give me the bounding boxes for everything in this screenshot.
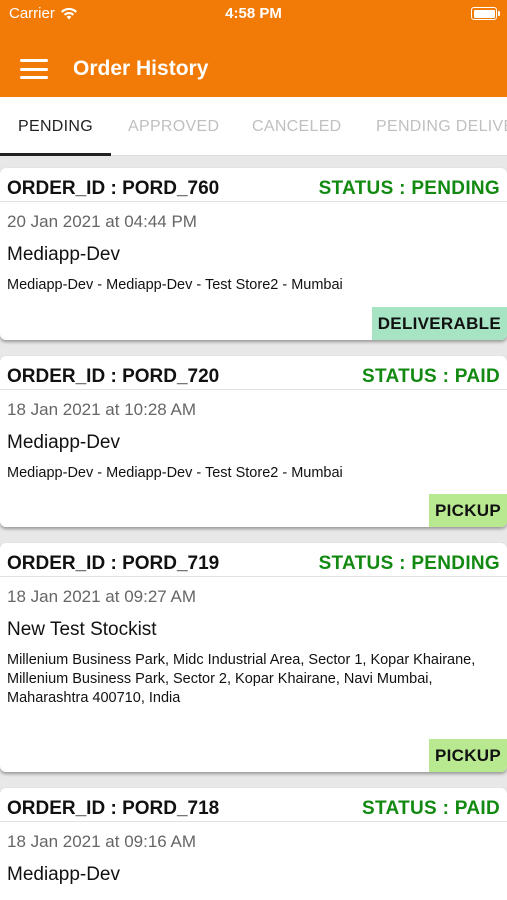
delivery-type-badge: PICKUP — [428, 739, 507, 772]
customer-name: Mediapp-Dev — [7, 244, 120, 265]
order-date: 18 Jan 2021 at 10:28 AM — [7, 400, 197, 419]
order-address: Mediapp-Dev - Mediapp-Dev - Test Store2 … — [7, 277, 343, 293]
order-status: STATUS : PENDING — [318, 553, 500, 574]
order-id: ORDER_ID : PORD_718 — [7, 798, 220, 819]
order-list: ORDER_ID : PORD_760 STATUS : PENDING 20 … — [0, 156, 507, 900]
order-card-header: ORDER_ID : PORD_760 STATUS : PENDING — [0, 168, 507, 202]
order-card[interactable]: ORDER_ID : PORD_719 STATUS : PENDING 18 … — [0, 543, 507, 772]
delivery-type-badge: DELIVERABLE — [371, 307, 507, 340]
order-id: ORDER_ID : PORD_719 — [7, 553, 220, 574]
order-date: 18 Jan 2021 at 09:16 AM — [7, 832, 197, 851]
order-status: STATUS : PAID — [362, 798, 500, 819]
battery-icon — [471, 7, 500, 20]
tab-pending[interactable]: PENDING — [18, 118, 93, 136]
order-card[interactable]: ORDER_ID : PORD_720 STATUS : PAID 18 Jan… — [0, 356, 507, 527]
order-address: Millenium Business Park, Midc Industrial… — [7, 652, 476, 706]
customer-name: Mediapp-Dev — [7, 864, 120, 885]
order-card-header: ORDER_ID : PORD_720 STATUS : PAID — [0, 356, 507, 390]
page-title: Order History — [73, 57, 209, 80]
order-status: STATUS : PAID — [362, 366, 500, 387]
order-status: STATUS : PENDING — [318, 178, 500, 199]
order-address: Mediapp-Dev - Mediapp-Dev - Test Store2 … — [7, 465, 343, 481]
tab-approved[interactable]: APPROVED — [128, 118, 219, 136]
app-header: Carrier 4:58 PM Order History — [0, 0, 507, 97]
order-id: ORDER_ID : PORD_720 — [7, 366, 220, 387]
hamburger-menu-icon[interactable] — [20, 59, 48, 79]
status-time: 4:58 PM — [225, 5, 282, 22]
customer-name: Mediapp-Dev — [7, 432, 120, 453]
order-history-screen: Carrier 4:58 PM Order History PENDING AP… — [0, 0, 507, 900]
customer-name: New Test Stockist — [7, 619, 157, 640]
order-card[interactable]: ORDER_ID : PORD_760 STATUS : PENDING 20 … — [0, 168, 507, 340]
status-bar: Carrier 4:58 PM — [0, 0, 507, 28]
order-id: ORDER_ID : PORD_760 — [7, 178, 220, 199]
order-card[interactable]: ORDER_ID : PORD_718 STATUS : PAID 18 Jan… — [0, 788, 507, 900]
order-status-tabs: PENDING APPROVED CANCELED PENDING DELIVE… — [0, 97, 507, 156]
order-card-header: ORDER_ID : PORD_719 STATUS : PENDING — [0, 543, 507, 577]
tab-pending-delivery[interactable]: PENDING DELIVERY — [376, 118, 507, 136]
delivery-type-badge: PICKUP — [428, 494, 507, 527]
order-date: 20 Jan 2021 at 04:44 PM — [7, 212, 197, 231]
order-card-header: ORDER_ID : PORD_718 STATUS : PAID — [0, 788, 507, 822]
order-date: 18 Jan 2021 at 09:27 AM — [7, 587, 197, 606]
tab-canceled[interactable]: CANCELED — [252, 118, 342, 136]
